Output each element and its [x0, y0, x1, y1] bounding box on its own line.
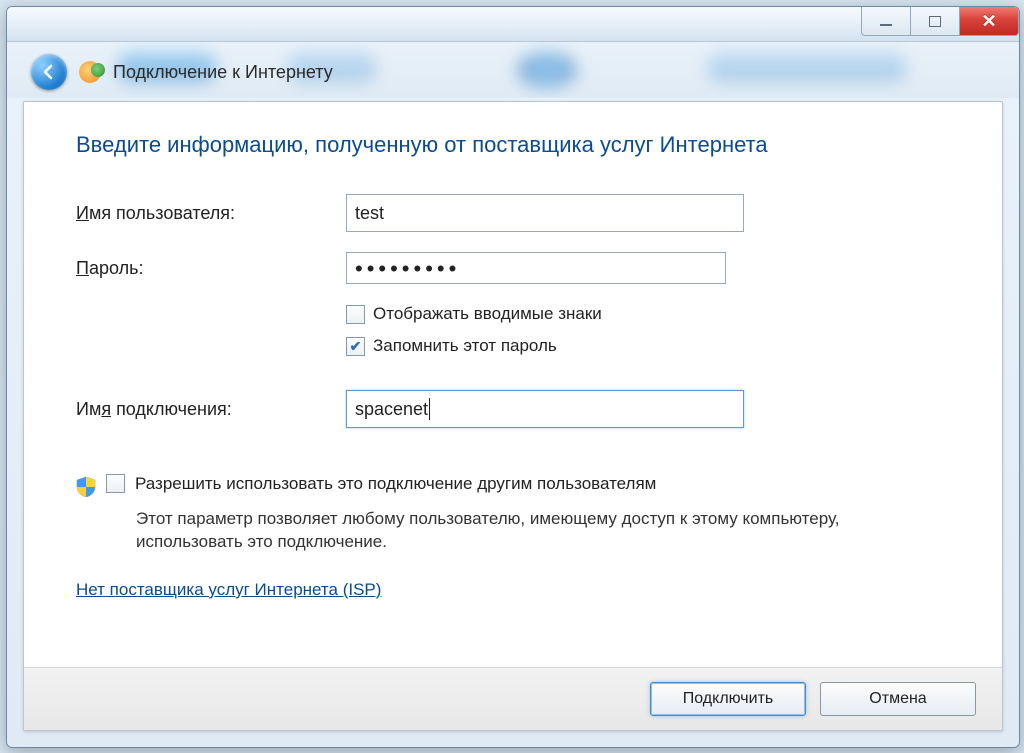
no-isp-link[interactable]: Нет поставщика услуг Интернета (ISP): [76, 580, 381, 600]
row-password: Пароль: •••••••••: [76, 252, 950, 284]
show-chars-label: Отображать вводимые знаки: [373, 304, 602, 324]
connect-button[interactable]: Подключить: [650, 682, 806, 716]
titlebar: ✕: [7, 7, 1019, 42]
password-label: Пароль:: [76, 258, 346, 279]
share-description: Этот параметр позволяет любому пользоват…: [136, 508, 950, 554]
uac-shield-icon: [76, 476, 96, 498]
cancel-button[interactable]: Отмена: [820, 682, 976, 716]
back-button[interactable]: [31, 54, 67, 90]
row-remember: Запомнить этот пароль: [346, 336, 950, 356]
username-input[interactable]: [346, 194, 744, 232]
close-button[interactable]: ✕: [960, 7, 1019, 36]
remember-label: Запомнить этот пароль: [373, 336, 557, 356]
share-checkbox[interactable]: [106, 474, 125, 493]
share-label: Разрешить использовать это подключение д…: [135, 474, 656, 494]
minimize-button[interactable]: [861, 7, 911, 36]
show-chars-checkbox[interactable]: [346, 305, 365, 324]
password-input[interactable]: •••••••••: [346, 252, 726, 284]
wizard-icon: [79, 61, 101, 83]
window-controls: ✕: [861, 7, 1019, 35]
page-heading: Введите информацию, полученную от постав…: [76, 132, 950, 158]
window-title: Подключение к Интернету: [113, 62, 333, 83]
row-share: Разрешить использовать это подключение д…: [76, 474, 950, 498]
maximize-button[interactable]: [911, 7, 960, 36]
username-label: Имя пользователя:: [76, 203, 346, 224]
row-connection-name: Имя подключения: spacenet: [76, 390, 950, 428]
nav-strip: Подключение к Интернету: [31, 54, 333, 90]
connection-name-input[interactable]: spacenet: [346, 390, 744, 428]
connection-name-label: Имя подключения:: [76, 399, 346, 420]
wizard-window: ✕ Подключение к Интернету Введите информ…: [6, 6, 1020, 748]
row-username: Имя пользователя:: [76, 194, 950, 232]
row-show-chars: Отображать вводимые знаки: [346, 304, 950, 324]
arrow-left-icon: [40, 63, 58, 81]
content-panel: Введите информацию, полученную от постав…: [23, 101, 1003, 731]
button-bar: Подключить Отмена: [24, 667, 1002, 730]
remember-checkbox[interactable]: [346, 337, 365, 356]
